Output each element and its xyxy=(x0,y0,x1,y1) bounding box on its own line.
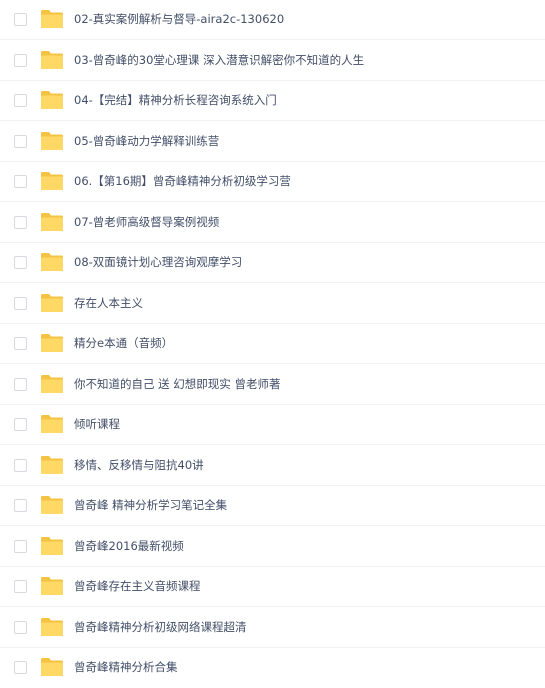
file-row[interactable]: 08-双面镜计划心理咨询观摩学习 xyxy=(0,243,545,283)
file-row[interactable]: 02-真实案例解析与督导-aira2c-130620 xyxy=(0,0,545,40)
file-name-link[interactable]: 移情、反移情与阻抗40讲 xyxy=(74,446,204,486)
folder-icon[interactable] xyxy=(40,90,64,110)
row-checkbox[interactable] xyxy=(14,175,27,188)
folder-icon[interactable] xyxy=(40,414,64,434)
row-checkbox[interactable] xyxy=(14,499,27,512)
row-checkbox[interactable] xyxy=(14,661,27,674)
file-name-link[interactable]: 曾奇峰存在主义音频课程 xyxy=(74,567,201,607)
file-row[interactable]: 03-曾奇峰的30堂心理课 深入潜意识解密你不知道的人生 xyxy=(0,41,545,81)
row-checkbox[interactable] xyxy=(14,620,27,634)
file-name-link[interactable]: 05-曾奇峰动力学解释训练营 xyxy=(74,122,219,162)
file-name-link[interactable]: 倾听课程 xyxy=(74,405,120,445)
row-checkbox[interactable] xyxy=(14,215,27,229)
row-checkbox[interactable] xyxy=(14,458,27,472)
file-name-link[interactable]: 07-曾老师高级督导案例视频 xyxy=(74,203,219,243)
file-name-link[interactable]: 03-曾奇峰的30堂心理课 深入潜意识解密你不知道的人生 xyxy=(74,41,364,81)
row-checkbox[interactable] xyxy=(14,134,27,148)
folder-icon[interactable] xyxy=(40,576,64,596)
row-checkbox[interactable] xyxy=(14,296,27,310)
file-name-link[interactable]: 曾奇峰精神分析初级网络课程超清 xyxy=(74,608,247,648)
file-name-link[interactable]: 02-真实案例解析与督导-aira2c-130620 xyxy=(74,0,284,40)
folder-icon[interactable] xyxy=(40,333,64,353)
folder-icon[interactable] xyxy=(40,50,64,70)
file-row[interactable]: 精分e本通（音频） xyxy=(0,324,545,364)
row-checkbox[interactable] xyxy=(14,377,27,391)
file-row[interactable]: 曾奇峰精神分析初级网络课程超清 xyxy=(0,608,545,648)
file-row[interactable]: 倾听课程 xyxy=(0,405,545,445)
file-name-link[interactable]: 曾奇峰2016最新视频 xyxy=(74,527,184,567)
folder-icon[interactable] xyxy=(40,374,64,394)
folder-icon[interactable] xyxy=(40,252,64,272)
file-row[interactable]: 存在人本主义 xyxy=(0,284,545,324)
file-row[interactable]: 曾奇峰 精神分析学习笔记全集 xyxy=(0,486,545,526)
file-row[interactable]: 07-曾老师高级督导案例视频 xyxy=(0,203,545,243)
folder-icon[interactable] xyxy=(40,455,64,475)
folder-icon[interactable] xyxy=(40,171,64,191)
folder-icon[interactable] xyxy=(40,617,64,637)
file-name-link[interactable]: 04-【完结】精神分析长程咨询系统入门 xyxy=(74,81,277,121)
file-name-link[interactable]: 你不知道的自己 送 幻想即现实 曾老师著 xyxy=(74,365,280,405)
file-row[interactable]: 06.【第16期】曾奇峰精神分析初级学习营 xyxy=(0,162,545,202)
file-row[interactable]: 曾奇峰精神分析合集 xyxy=(0,648,545,688)
folder-icon[interactable] xyxy=(40,495,64,515)
folder-icon[interactable] xyxy=(40,9,64,29)
row-checkbox[interactable] xyxy=(14,337,27,350)
row-checkbox[interactable] xyxy=(14,94,27,107)
file-name-link[interactable]: 08-双面镜计划心理咨询观摩学习 xyxy=(74,243,242,283)
file-name-link[interactable]: 06.【第16期】曾奇峰精神分析初级学习营 xyxy=(74,162,291,202)
file-name-link[interactable]: 存在人本主义 xyxy=(74,284,143,324)
row-checkbox[interactable] xyxy=(14,53,27,67)
row-checkbox[interactable] xyxy=(14,256,27,269)
row-checkbox[interactable] xyxy=(14,13,27,26)
file-name-link[interactable]: 曾奇峰 精神分析学习笔记全集 xyxy=(74,486,227,526)
file-row[interactable]: 你不知道的自己 送 幻想即现实 曾老师著 xyxy=(0,365,545,405)
folder-icon[interactable] xyxy=(40,212,64,232)
file-row[interactable]: 04-【完结】精神分析长程咨询系统入门 xyxy=(0,81,545,121)
folder-icon[interactable] xyxy=(40,131,64,151)
row-checkbox[interactable] xyxy=(14,418,27,431)
file-row[interactable]: 05-曾奇峰动力学解释训练营 xyxy=(0,122,545,162)
file-row[interactable]: 曾奇峰存在主义音频课程 xyxy=(0,567,545,607)
file-list: 02-真实案例解析与督导-aira2c-130620 03-曾奇峰的30堂心理课 … xyxy=(0,0,545,688)
file-row[interactable]: 移情、反移情与阻抗40讲 xyxy=(0,446,545,486)
folder-icon[interactable] xyxy=(40,536,64,556)
folder-icon[interactable] xyxy=(40,657,64,677)
folder-icon[interactable] xyxy=(40,293,64,313)
file-row[interactable]: 曾奇峰2016最新视频 xyxy=(0,527,545,567)
file-name-link[interactable]: 精分e本通（音频） xyxy=(74,324,173,364)
row-checkbox[interactable] xyxy=(14,539,27,553)
file-name-link[interactable]: 曾奇峰精神分析合集 xyxy=(74,648,178,688)
row-checkbox[interactable] xyxy=(14,580,27,593)
